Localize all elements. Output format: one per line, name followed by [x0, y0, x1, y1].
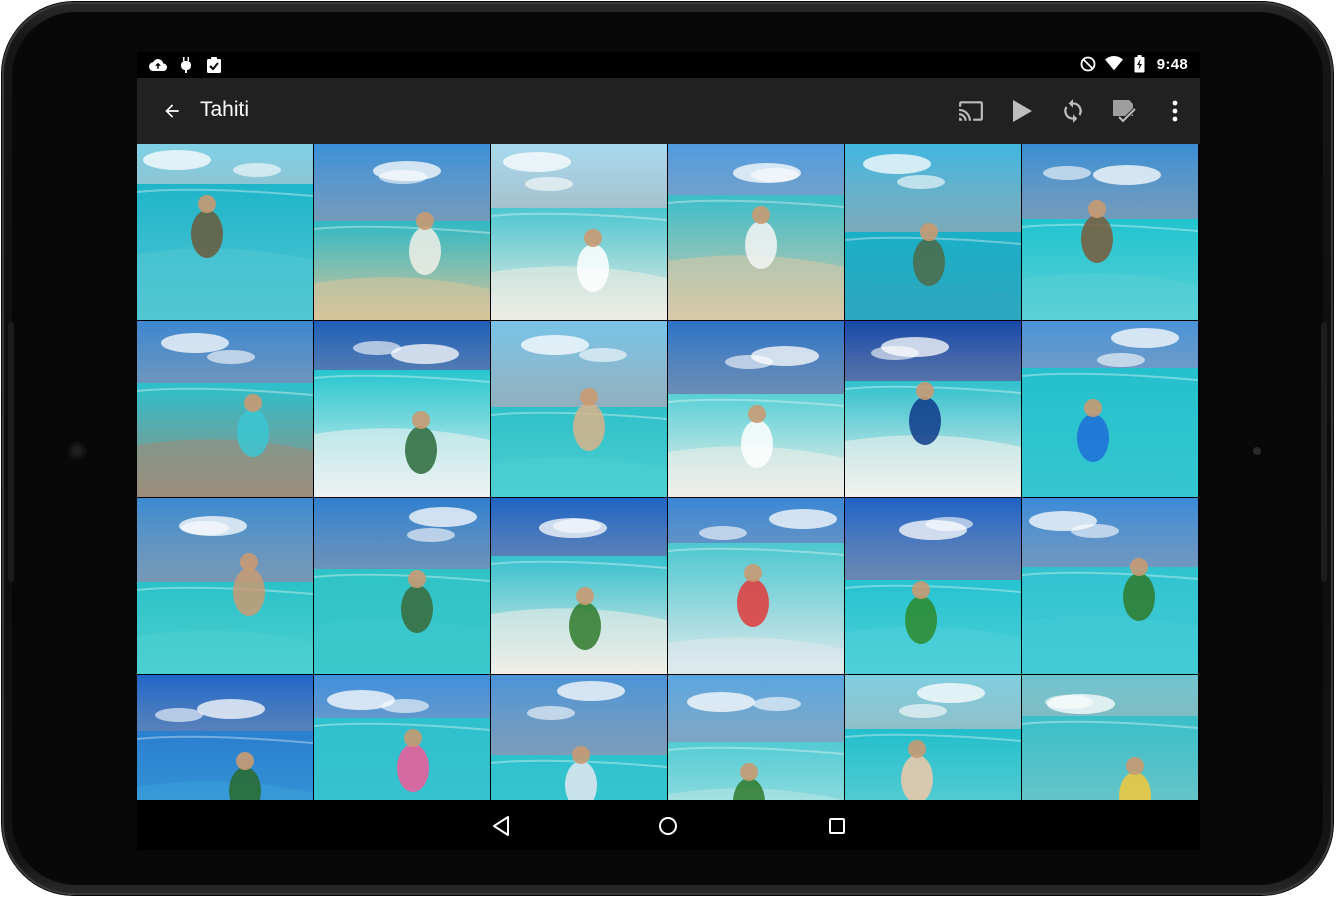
photo-thumbnail-palm-woman[interactable] [314, 144, 490, 320]
photo-image [137, 144, 313, 320]
cast-button[interactable] [945, 86, 996, 136]
app-bar: Tahiti [137, 78, 1200, 144]
status-bar: 9:48 [137, 52, 1200, 78]
cast-icon [958, 101, 983, 121]
photo-thumbnail-inner-tube[interactable] [1022, 321, 1198, 497]
photo-thumbnail-feet-water[interactable] [845, 675, 1021, 800]
photo-thumbnail-overwater-bungalows[interactable] [1022, 144, 1198, 320]
light-sensor [1253, 447, 1261, 455]
photo-thumbnail-sandbar[interactable] [845, 321, 1021, 497]
photo-thumbnail-woman-wading[interactable] [137, 498, 313, 674]
sync-icon [1063, 99, 1082, 123]
nav-home-icon [659, 817, 677, 835]
app-bar-actions [945, 78, 1200, 144]
photo-thumbnail-stingray-fish[interactable] [1022, 675, 1198, 800]
wifi-icon [1104, 55, 1123, 73]
photo-image [137, 498, 313, 674]
system-status-icons: 9:48 [1079, 55, 1188, 73]
photo-thumbnail-pink-float[interactable] [314, 675, 490, 800]
nav-back-button[interactable] [485, 810, 517, 842]
nav-recents-button[interactable] [821, 810, 853, 842]
notification-icons [149, 56, 223, 74]
nav-home-button[interactable] [652, 810, 684, 842]
arrow-back-icon [165, 104, 179, 118]
back-button[interactable] [157, 96, 187, 126]
nav-back-icon [493, 816, 509, 836]
slideshow-button[interactable] [996, 86, 1047, 136]
photo-image [668, 321, 844, 497]
photo-thumbnail-lagoon-beach[interactable] [314, 321, 490, 497]
photo-image [668, 498, 844, 674]
select-button[interactable] [1098, 86, 1149, 136]
select-all-icon [1112, 100, 1136, 124]
photo-thumbnail-woman-scarf[interactable] [668, 144, 844, 320]
photo-image [845, 144, 1021, 320]
photo-thumbnail-snorkeler-shallows[interactable] [668, 675, 844, 800]
photo-image [314, 498, 490, 674]
photo-image [314, 144, 490, 320]
photo-image [845, 498, 1021, 674]
photo-thumbnail-pier-woman[interactable] [137, 321, 313, 497]
right-edge [1321, 322, 1327, 582]
photo-image [1022, 321, 1198, 497]
photo-image [314, 675, 490, 800]
photo-image [137, 321, 313, 497]
battery-charging-icon [1131, 55, 1149, 73]
more-vert-icon [1172, 100, 1177, 122]
photo-thumbnail-white-skirt-island[interactable] [491, 144, 667, 320]
photo-image [491, 321, 667, 497]
photo-image [1022, 675, 1198, 800]
photo-thumbnail-turtle-surface[interactable] [845, 144, 1021, 320]
photo-thumbnail-red-sarong[interactable] [668, 498, 844, 674]
photo-thumbnail-hair-splash[interactable] [491, 675, 667, 800]
photo-thumbnail-turtle-underwater[interactable] [137, 144, 313, 320]
photo-image [137, 675, 313, 800]
nav-recents-icon [829, 818, 845, 834]
photo-image [491, 144, 667, 320]
photo-image [314, 321, 490, 497]
photo-grid [137, 144, 1200, 800]
photo-thumbnail-snorkel-island[interactable] [1022, 498, 1198, 674]
photo-thumbnail-mountain-bungalows[interactable] [314, 498, 490, 674]
photo-thumbnail-leaning-palm[interactable] [491, 498, 667, 674]
photo-image [491, 675, 667, 800]
more-options-button[interactable] [1149, 86, 1200, 136]
front-camera [70, 444, 84, 458]
photo-image [1022, 498, 1198, 674]
left-edge [8, 322, 14, 582]
sync-button[interactable] [1047, 86, 1098, 136]
cloud-upload-icon [149, 56, 167, 74]
photo-image [1022, 144, 1198, 320]
android-debug-icon [177, 56, 195, 74]
status-clock: 9:48 [1156, 55, 1188, 73]
photo-thumbnail-floating-woman[interactable] [491, 321, 667, 497]
photo-image [491, 498, 667, 674]
device-screen: 9:48 Tahiti [137, 52, 1200, 850]
photo-image [845, 675, 1021, 800]
play-icon [1012, 100, 1032, 122]
photo-thumbnail-blue-sky-shore[interactable] [137, 675, 313, 800]
do-not-disturb-icon [1079, 55, 1097, 73]
clipboard-check-icon [205, 56, 223, 74]
photo-image [668, 675, 844, 800]
photo-image [845, 321, 1021, 497]
photo-image [668, 144, 844, 320]
photo-thumbnail-white-sand-couple[interactable] [668, 321, 844, 497]
album-title: Tahiti [200, 98, 250, 121]
navigation-bar [137, 800, 1200, 850]
photo-thumbnail-palm-horizon[interactable] [845, 498, 1021, 674]
